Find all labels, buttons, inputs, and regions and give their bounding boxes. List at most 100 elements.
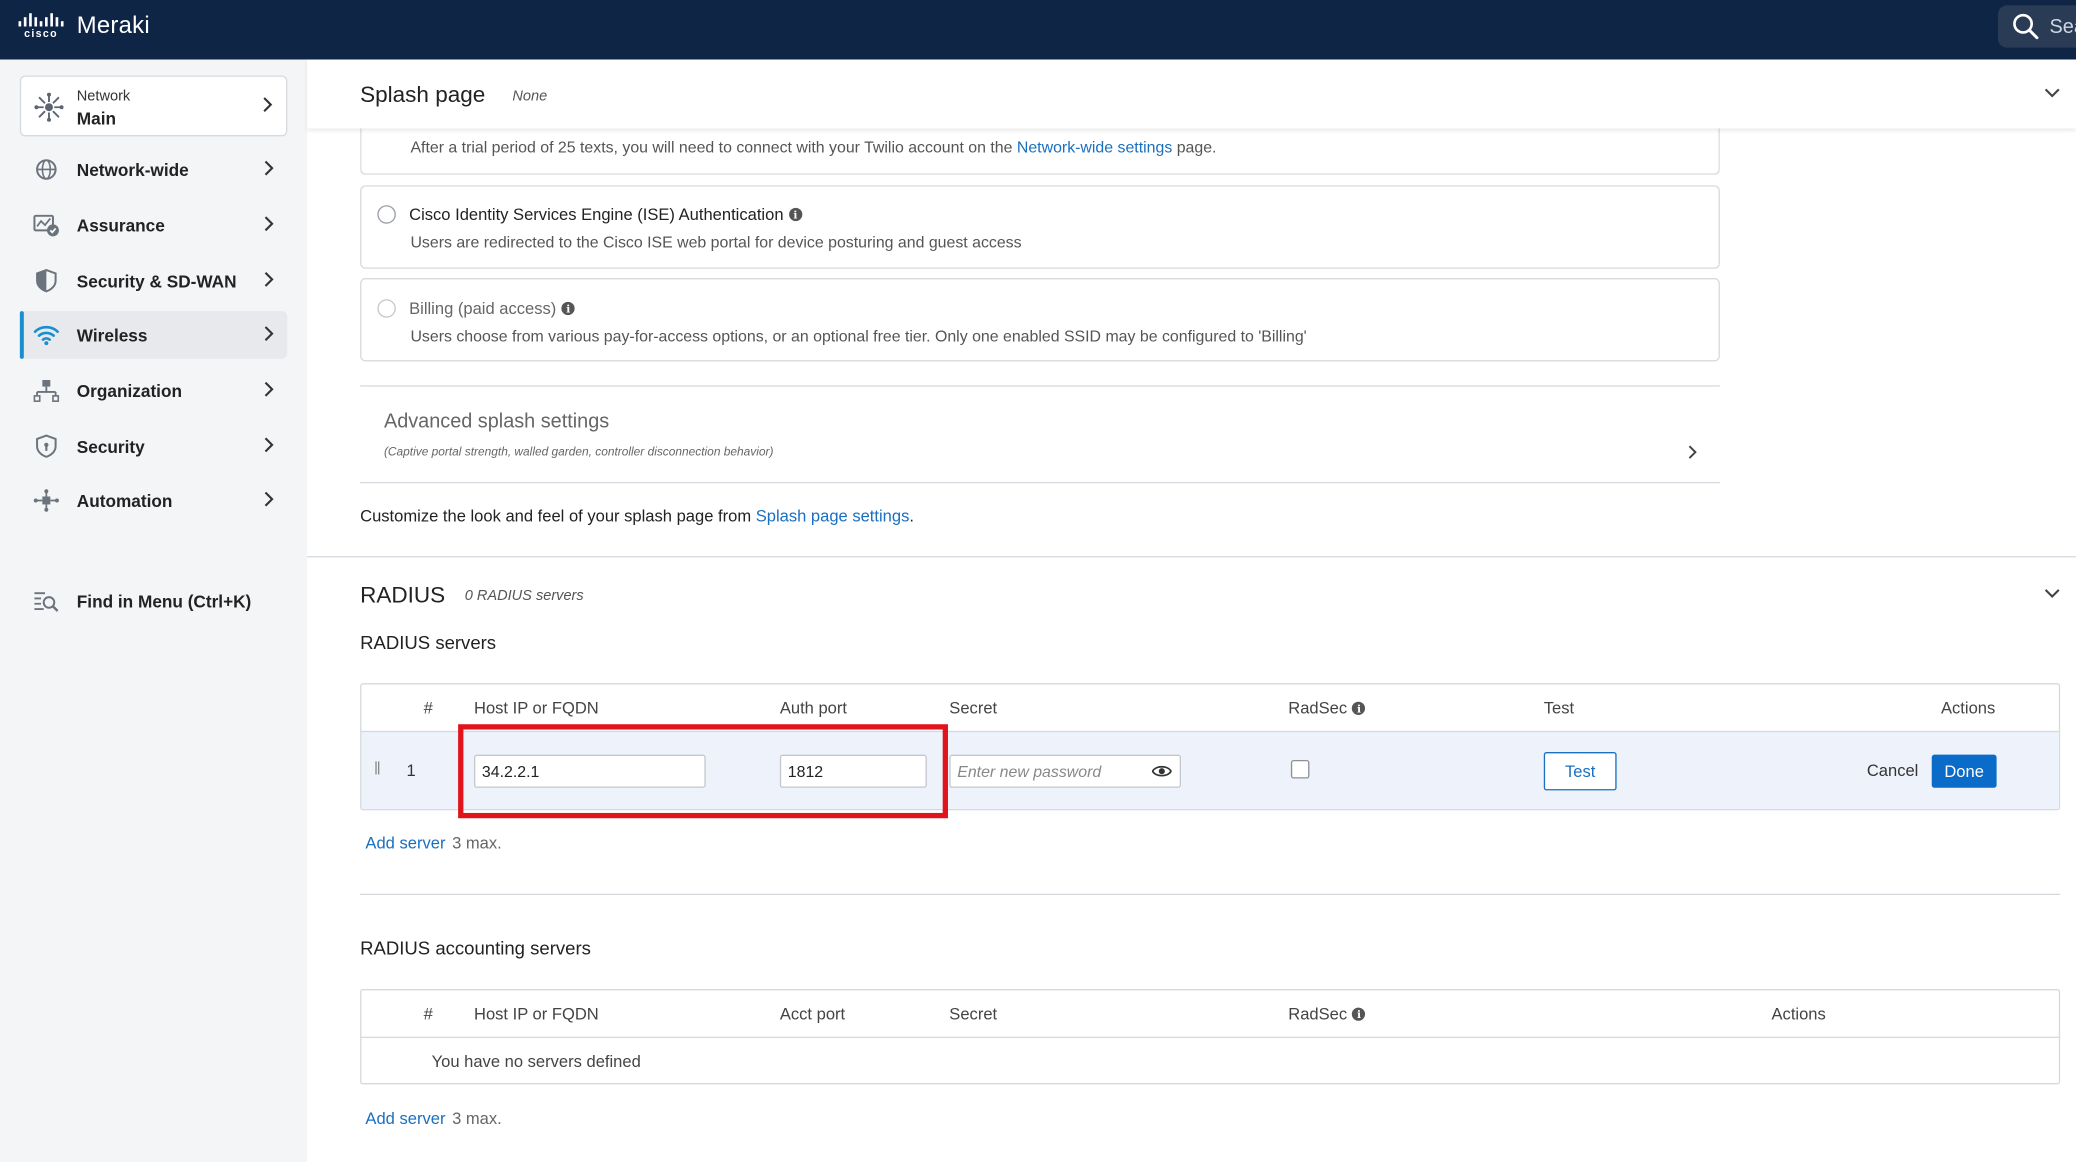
divider: [360, 893, 2061, 896]
drag-handle-icon[interactable]: [375, 761, 380, 775]
cisco-wordmark: cisco: [24, 27, 58, 40]
sidebar-item-label: Security & SD-WAN: [76, 270, 237, 291]
splash-page-header[interactable]: Splash page None: [307, 59, 2076, 129]
top-bar: cisco Meraki Sea: [0, 0, 2076, 60]
billing-option-title: Billing (paid access) i: [409, 299, 575, 318]
splash-page-settings-link[interactable]: Splash page settings: [756, 507, 910, 526]
chevron-right-icon: [264, 437, 274, 453]
splash-page-title: Splash page: [360, 82, 486, 108]
chevron-right-icon: [264, 216, 274, 232]
sidebar-item-label: Automation: [76, 490, 173, 511]
info-icon[interactable]: i: [1352, 1007, 1366, 1021]
sidebar-item-label: Organization: [76, 380, 182, 401]
max-note: 3 max.: [452, 1109, 502, 1129]
column-header: Host IP or FQDN: [473, 1004, 599, 1024]
column-header: #: [423, 699, 433, 718]
search-placeholder: Sea: [2049, 15, 2076, 38]
global-search[interactable]: Sea: [1997, 5, 2076, 48]
network-wide-settings-link[interactable]: Network-wide settings: [1017, 138, 1172, 157]
column-header: Secret: [949, 1004, 998, 1024]
sidebar-item-assurance[interactable]: Assurance: [20, 201, 287, 249]
advanced-splash-subtitle: (Captive portal strength, walled garden,…: [383, 444, 774, 459]
column-header: Auth port: [779, 699, 848, 718]
column-header: Secret: [949, 699, 998, 718]
radius-count: 0 RADIUS servers: [464, 587, 584, 604]
sidebar-item-label: Wireless: [76, 325, 148, 345]
network-selector[interactable]: Network Main: [19, 75, 288, 137]
column-header: Test: [1543, 699, 1575, 718]
section-divider: [307, 556, 2076, 558]
add-server-link[interactable]: Add server: [365, 1110, 445, 1129]
splash-page-status: None: [512, 88, 548, 105]
done-button[interactable]: Done: [1931, 754, 1997, 788]
sidebar-item-organization[interactable]: Organization: [20, 367, 287, 415]
ise-option-title: Cisco Identity Services Engine (ISE) Aut…: [409, 205, 803, 224]
secret-input[interactable]: Enter new password: [949, 754, 1182, 788]
search-icon: [2013, 13, 2039, 40]
assurance-icon: [33, 214, 59, 237]
info-icon[interactable]: i: [1352, 701, 1366, 715]
sidebar-item-security-sd-wan[interactable]: Security & SD-WAN: [20, 257, 287, 305]
info-icon[interactable]: i: [788, 207, 803, 222]
sidebar: Network Main Network-wide Assurance Secu…: [0, 59, 308, 1162]
cisco-meraki-logo[interactable]: cisco Meraki: [18, 11, 150, 40]
radius-accounting-table: # Host IP or FQDN Acct port Secret RadSe…: [360, 989, 2061, 1085]
row-index: 1: [406, 761, 416, 780]
network-wide-icon: [36, 159, 57, 180]
divider: [360, 385, 1720, 387]
cisco-logo-icon: cisco: [18, 12, 64, 40]
network-selector-label: Network: [76, 88, 131, 105]
wifi-icon: [33, 325, 59, 346]
main-content: Splash page None After a trial period of…: [307, 59, 2076, 1162]
sidebar-item-label: Assurance: [76, 215, 165, 236]
test-button[interactable]: Test: [1543, 752, 1617, 791]
add-server-link[interactable]: Add server: [365, 834, 445, 853]
radius-title: RADIUS: [360, 582, 446, 608]
column-header: RadSec i: [1288, 699, 1366, 718]
network-selector-value: Main: [76, 108, 117, 129]
organization-icon: [33, 379, 60, 402]
chevron-right-icon: [264, 326, 274, 342]
menu-search-icon: [34, 592, 59, 612]
column-header: RadSec i: [1288, 1005, 1366, 1023]
advanced-splash-title: Advanced splash settings: [383, 410, 610, 433]
billing-option-card[interactable]: Billing (paid access) i Users choose from…: [360, 278, 1720, 362]
chevron-right-icon: [264, 160, 274, 176]
chevron-right-icon: [264, 381, 274, 397]
shield-half-icon: [36, 269, 57, 293]
customize-note: Customize the look and feel of your spla…: [360, 507, 914, 526]
sidebar-item-wireless[interactable]: Wireless: [19, 311, 288, 359]
sidebar-item-label: Network-wide: [76, 159, 189, 180]
chevron-right-icon: [1688, 445, 1697, 459]
cancel-button[interactable]: Cancel: [1867, 761, 1919, 780]
max-note: 3 max.: [452, 834, 502, 853]
empty-state: You have no servers defined: [431, 1052, 641, 1072]
chevron-right-icon: [263, 97, 273, 112]
chevron-down-icon[interactable]: [2044, 588, 2060, 599]
radius-accounting-label: RADIUS accounting servers: [360, 937, 591, 959]
sidebar-item-network-wide[interactable]: Network-wide: [20, 146, 287, 194]
ise-radio[interactable]: [377, 205, 396, 224]
column-header: #: [423, 1004, 433, 1024]
add-accounting-server-row: Add server 3 max.: [365, 1110, 501, 1129]
info-icon[interactable]: i: [561, 301, 575, 316]
column-header: Acct port: [779, 1004, 846, 1024]
sidebar-item-automation[interactable]: Automation: [20, 477, 287, 525]
column-header: Actions: [1771, 1004, 1826, 1024]
shield-icon: [36, 434, 57, 458]
find-in-menu[interactable]: Find in Menu (Ctrl+K): [20, 577, 287, 625]
ise-option-desc: Users are redirected to the Cisco ISE we…: [410, 233, 1022, 252]
chevron-right-icon: [264, 271, 274, 287]
app-name: Meraki: [76, 11, 150, 39]
network-icon: [34, 92, 64, 122]
eye-icon[interactable]: [1151, 764, 1172, 779]
radsec-checkbox[interactable]: [1290, 759, 1310, 779]
add-server-row: Add server 3 max.: [365, 834, 501, 853]
sidebar-item-security[interactable]: Security: [20, 422, 287, 470]
find-in-menu-label: Find in Menu (Ctrl+K): [76, 591, 252, 612]
chevron-down-icon[interactable]: [2044, 87, 2060, 98]
divider: [361, 1036, 2059, 1039]
ise-option-card[interactable]: Cisco Identity Services Engine (ISE) Aut…: [360, 185, 1720, 269]
billing-radio[interactable]: [377, 299, 396, 318]
highlight-box: [458, 724, 948, 819]
